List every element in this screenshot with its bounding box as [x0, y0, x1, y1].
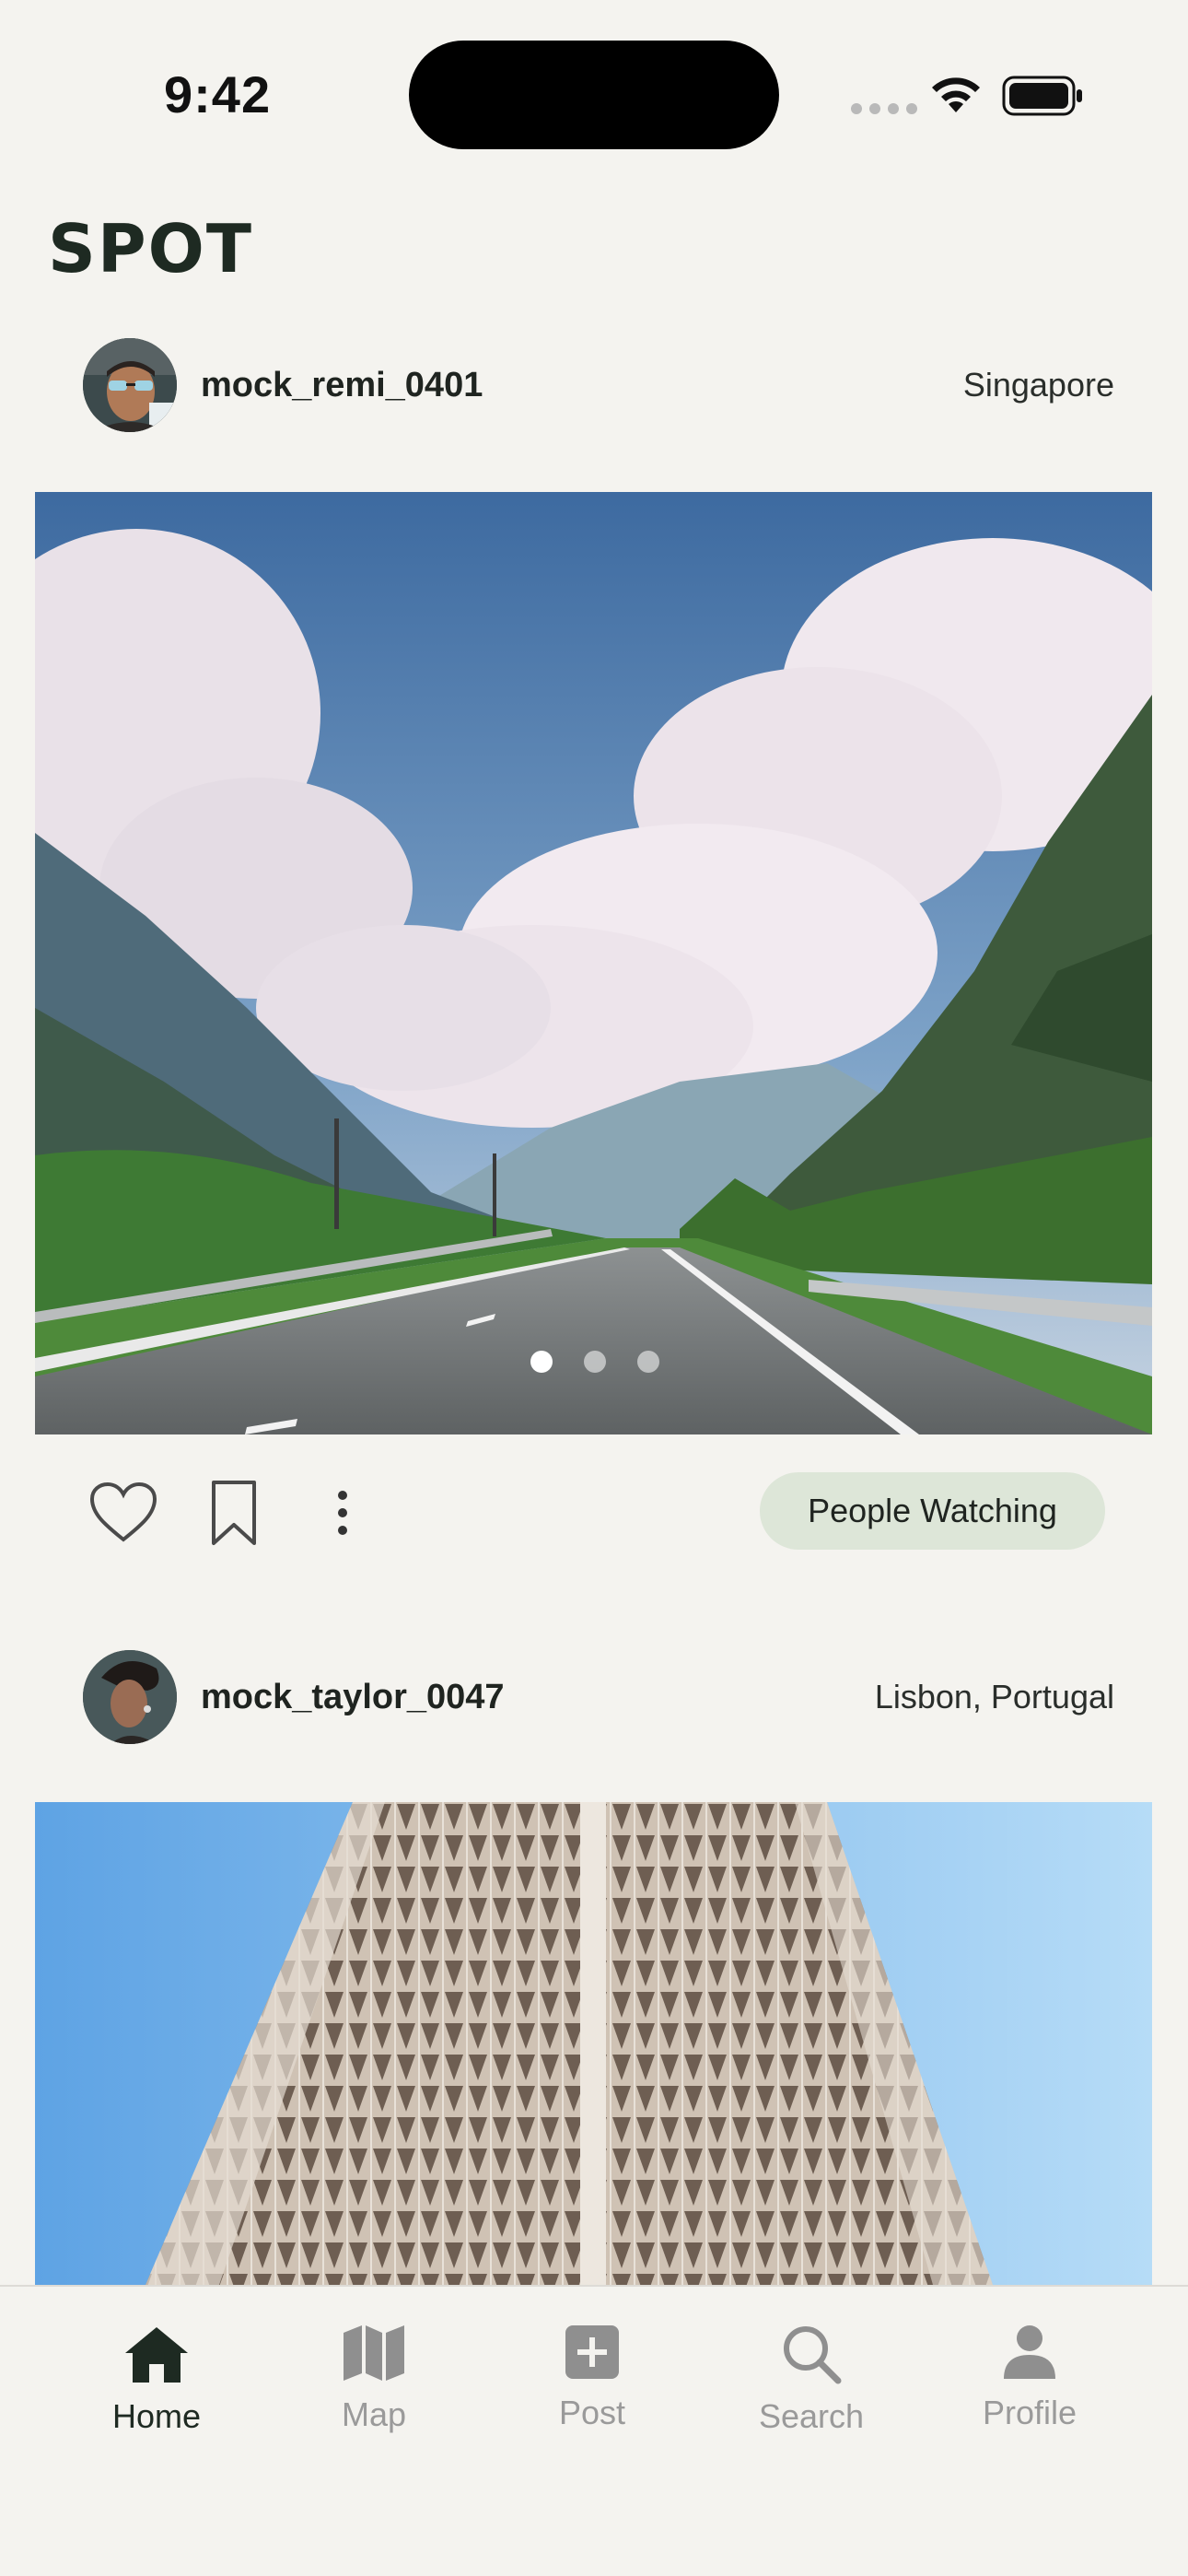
map-icon	[344, 2325, 404, 2381]
tab-label: Profile	[982, 2394, 1077, 2431]
tab-label: Map	[341, 2395, 407, 2433]
plus-square-icon	[565, 2325, 619, 2379]
avatar[interactable]	[83, 1650, 177, 1744]
avatar[interactable]	[83, 338, 177, 432]
tab-bar: Home Map Post Search Profile	[0, 2285, 1188, 2576]
tab-home[interactable]: Home	[64, 2324, 249, 2436]
app-title: SPOT	[48, 210, 253, 287]
post-location[interactable]: Singapore	[963, 366, 1114, 404]
carousel-dot[interactable]	[637, 1351, 659, 1373]
bookmark-icon[interactable]	[210, 1479, 258, 1547]
category-tag[interactable]: People Watching	[760, 1472, 1105, 1550]
search-icon	[784, 2326, 842, 2384]
tab-post[interactable]: Post	[500, 2324, 684, 2432]
tab-search[interactable]: Search	[719, 2324, 903, 2436]
tab-map[interactable]: Map	[282, 2324, 466, 2434]
carousel-dot[interactable]	[530, 1351, 553, 1373]
cellular-signal-icon	[851, 103, 917, 114]
tab-profile[interactable]: Profile	[938, 2324, 1122, 2432]
more-options-icon[interactable]	[337, 1490, 348, 1536]
tab-label: Post	[558, 2394, 626, 2431]
carousel-dot[interactable]	[584, 1351, 606, 1373]
post-username[interactable]: mock_taylor_0047	[201, 1678, 505, 1717]
tab-label: Home	[111, 2397, 202, 2435]
wifi-icon	[928, 72, 984, 121]
tab-label: Search	[758, 2397, 865, 2435]
screen: 9:42 SPOT mock_remi_0401 Singapore Peopl…	[0, 0, 1188, 2576]
post-username[interactable]: mock_remi_0401	[201, 366, 483, 405]
post-header: mock_taylor_0047 Lisbon, Portugal	[83, 1649, 1114, 1745]
post-header: mock_remi_0401 Singapore	[83, 337, 1114, 433]
home-icon	[125, 2327, 188, 2383]
status-time: 9:42	[164, 65, 272, 123]
post-location[interactable]: Lisbon, Portugal	[875, 1678, 1114, 1716]
heart-icon[interactable]	[88, 1481, 158, 1545]
carousel-indicator[interactable]	[530, 1351, 659, 1373]
battery-icon	[1002, 76, 1085, 121]
person-icon	[1004, 2325, 1055, 2379]
dynamic-island	[409, 41, 779, 149]
post-photo-road[interactable]	[35, 492, 1152, 1434]
post-photo-building[interactable]	[35, 1802, 1152, 2285]
